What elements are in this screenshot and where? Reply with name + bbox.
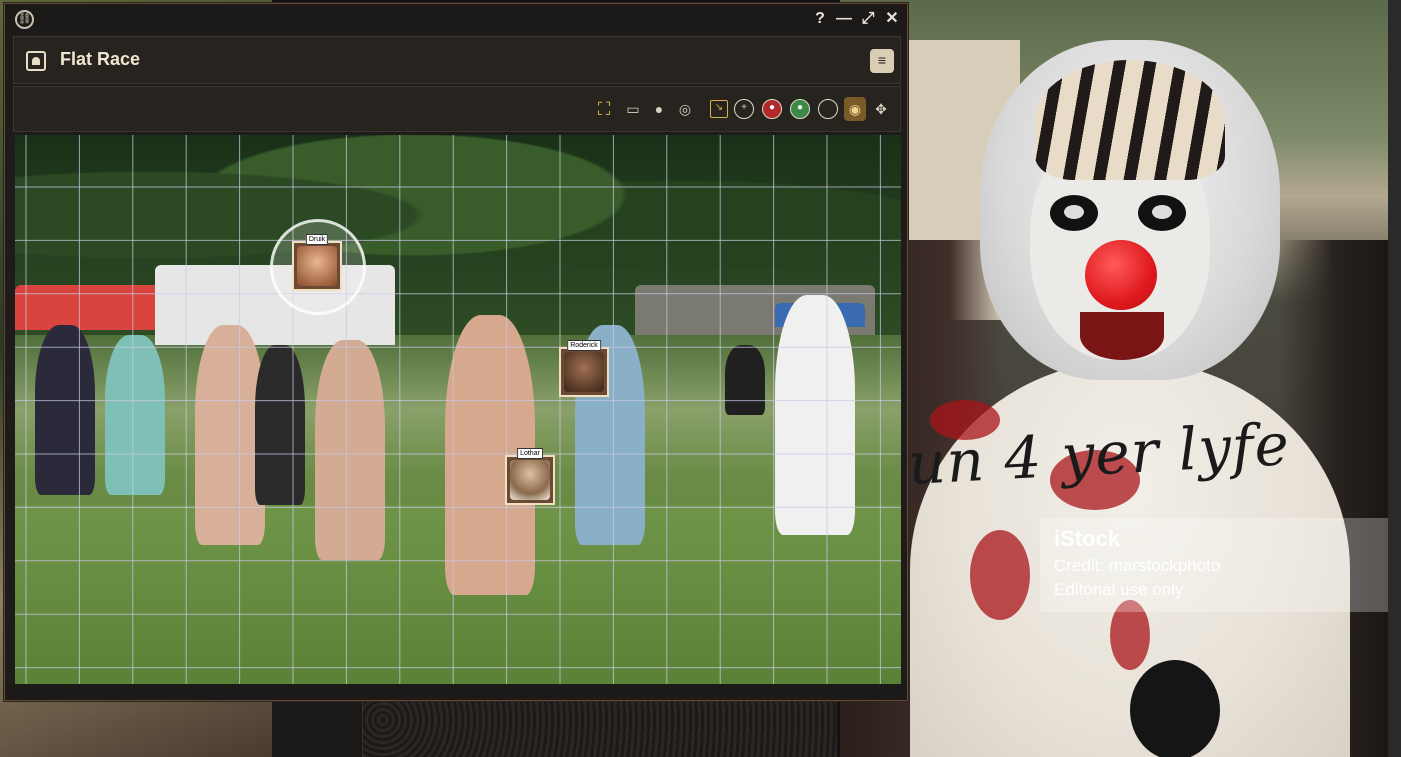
fullscreen-icon[interactable]: ⛶ (590, 97, 618, 121)
token-nameplate: Lothar (517, 448, 543, 459)
runner (315, 340, 385, 560)
desktop-strip (272, 700, 362, 757)
window-controls: ? — ⤢ ✕ (811, 8, 901, 30)
clown-mouth (1080, 312, 1164, 360)
scene-canvas[interactable]: Druik Roderick Lothar (15, 135, 901, 684)
token-nameplate: Roderick (567, 340, 601, 351)
help-button[interactable]: ? (811, 8, 829, 30)
istock-note: Editorial use only (1054, 580, 1184, 599)
maximize-button[interactable]: ⤢ (859, 8, 877, 30)
istock-brand: iStock (1054, 526, 1121, 551)
runner (775, 295, 855, 535)
runner (255, 345, 305, 505)
token-roderick[interactable]: Roderick (559, 340, 609, 397)
status-bar (5, 684, 907, 700)
clown-eye-left (1050, 195, 1098, 231)
red-token-icon[interactable]: ● (762, 99, 782, 119)
token-portrait (510, 460, 550, 500)
token-portrait (564, 352, 604, 392)
scene-toolbar: ⛶ ▭ ● ◎ ↘ + ● ● ◉ ✥ (13, 86, 901, 132)
scene-window: ⛓ ? — ⤢ ✕ Flat Race ≡ ⛶ ▭ ● ◎ ↘ + ● ● ◉ … (4, 3, 908, 701)
close-button[interactable]: ✕ (883, 8, 901, 30)
camera-icon[interactable]: ▭ (622, 97, 644, 121)
crosshair-icon[interactable]: + (734, 99, 754, 119)
istock-watermark: iStock Credit: marstockphoto Editorial u… (1040, 518, 1388, 612)
link-icon[interactable]: ⛓ (15, 10, 34, 29)
token-druik[interactable]: Druik (292, 234, 342, 291)
token-nameplate: Druik (305, 234, 329, 245)
costume-pompom (1130, 660, 1220, 757)
person-icon[interactable]: ● (648, 97, 670, 121)
runner (35, 325, 95, 495)
desktop-pattern (362, 700, 837, 757)
istock-credit: Credit: marstockphoto (1054, 556, 1221, 575)
menu-button[interactable]: ≡ (870, 49, 894, 73)
clown-eye-right (1138, 195, 1186, 231)
background-photo-clown: un 4 yer lyfe iStock Credit: marstockpho… (840, 0, 1388, 757)
page-title: Flat Race (60, 49, 141, 69)
token-portrait (297, 246, 337, 286)
scene-header: Flat Race ≡ (13, 36, 901, 84)
circle-icon[interactable] (818, 99, 838, 119)
green-token-icon[interactable]: ● (790, 99, 810, 119)
title-bar[interactable]: ⛓ ? — ⤢ ✕ (5, 4, 907, 34)
image-icon (26, 51, 46, 71)
eye-icon[interactable]: ◉ (844, 97, 866, 121)
bin (725, 345, 765, 415)
token-lothar[interactable]: Lothar (505, 448, 555, 505)
tool-group: ⛶ ▭ ● ◎ ↘ + ● ● ◉ ✥ (590, 97, 892, 121)
clown-nose (1085, 240, 1157, 310)
note-icon[interactable]: ↘ (710, 100, 728, 118)
runner (105, 335, 165, 495)
move-icon[interactable]: ✥ (870, 97, 892, 121)
target-icon[interactable]: ◎ (674, 97, 696, 121)
clown-cap (1035, 60, 1225, 180)
minimize-button[interactable]: — (835, 8, 853, 30)
screen-edge (1388, 0, 1401, 757)
